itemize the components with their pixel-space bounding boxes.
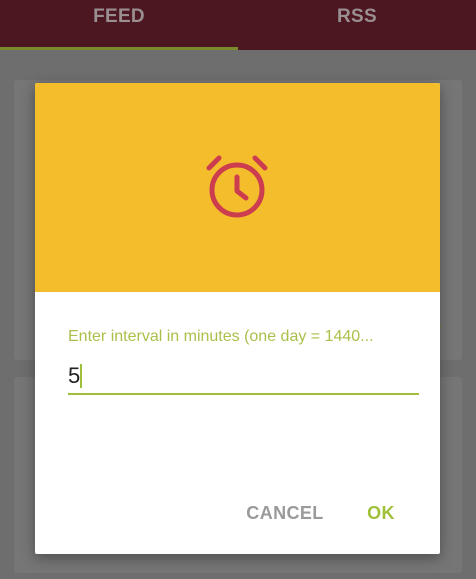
tab-rss[interactable]: RSS	[238, 0, 476, 50]
app-bar: FEED RSS	[0, 0, 476, 50]
interval-dialog: Enter interval in minutes (one day = 144…	[35, 83, 440, 554]
interval-input[interactable]	[68, 359, 419, 395]
alarm-clock-icon	[206, 155, 268, 218]
interval-field[interactable]	[68, 359, 419, 395]
tab-rss-label: RSS	[337, 6, 377, 27]
dialog-header	[35, 83, 440, 292]
tab-feed-label: FEED	[93, 6, 145, 27]
tab-feed[interactable]: FEED	[0, 0, 238, 50]
text-caret	[80, 364, 82, 388]
tab-indicator	[0, 47, 238, 50]
interval-prompt: Enter interval in minutes (one day = 144…	[68, 328, 374, 345]
ok-button[interactable]: OK	[365, 497, 397, 529]
cancel-button[interactable]: CANCEL	[243, 497, 327, 529]
